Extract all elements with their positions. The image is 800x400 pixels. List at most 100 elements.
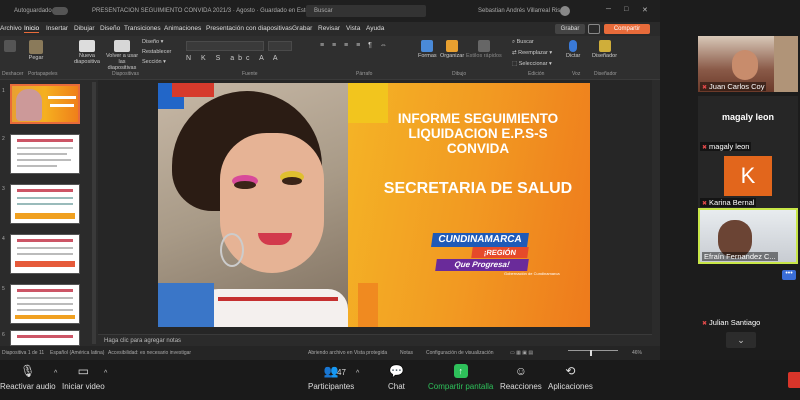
slide-thumbnail-5[interactable] xyxy=(10,284,80,324)
zoom-slider-handle[interactable] xyxy=(590,350,592,356)
user-avatar[interactable] xyxy=(560,6,570,16)
slide-thumbnail-1[interactable] xyxy=(10,84,80,124)
font-family-select[interactable] xyxy=(186,41,264,51)
dictate-button[interactable]: Dictar xyxy=(566,40,580,59)
section-button[interactable]: Sección ▾ xyxy=(142,59,166,65)
group-editing: Edición xyxy=(528,71,545,77)
tab-inicio[interactable]: Inicio xyxy=(24,25,40,33)
slide-thumbnail-2[interactable] xyxy=(10,134,80,174)
slide-thumbnail-4[interactable] xyxy=(10,234,80,274)
slide-subtitle[interactable]: SECRETARIA DE SALUD xyxy=(380,179,576,199)
tab-vista[interactable]: Vista xyxy=(346,25,360,32)
apps-icon: ⟲ xyxy=(565,364,576,378)
layout-button[interactable]: Diseño ▾ xyxy=(142,39,163,45)
tab-revisar[interactable]: Revisar xyxy=(318,25,340,32)
participants-options-caret[interactable]: ^ xyxy=(356,370,359,377)
photo-blouse-detail xyxy=(218,297,338,301)
tab-grabar[interactable]: Grabar xyxy=(292,25,312,32)
start-video-button[interactable]: ▭ Iniciar video xyxy=(62,364,105,391)
powerpoint-window: Autoguardado PRESENTACION SEGUIMIENTO CO… xyxy=(0,0,660,360)
select-button[interactable]: ⬚ Seleccionar ▾ xyxy=(512,61,552,67)
tab-dibujar[interactable]: Dibujar xyxy=(74,25,95,32)
slide-thumbnail-6[interactable] xyxy=(10,330,80,346)
undo-button[interactable] xyxy=(4,40,16,53)
reuse-slides-label: Volver a usar las diapositivas xyxy=(105,53,139,71)
search-box[interactable]: Buscar xyxy=(306,5,426,17)
zoom-level[interactable]: 46% xyxy=(632,350,642,356)
comments-icon[interactable] xyxy=(588,24,600,34)
thumb-highlight xyxy=(15,261,75,267)
audio-options-caret[interactable]: ^ xyxy=(54,370,57,377)
slide-editor: INFORME SEGUIMIENTO LIQUIDACION E.P.S-S … xyxy=(98,80,652,334)
share-screen-button[interactable]: ↑ Compartir pantalla xyxy=(428,364,493,391)
language-indicator[interactable]: Español (América latina) xyxy=(50,350,104,356)
participant-tile[interactable]: magaly leon ✖ magaly leon xyxy=(698,96,798,152)
record-button[interactable]: Grabar xyxy=(555,24,585,34)
autosave-toggle[interactable] xyxy=(52,7,68,15)
tab-archivo[interactable]: Archivo xyxy=(0,25,22,32)
tab-insertar[interactable]: Insertar xyxy=(46,25,68,32)
accessibility-status[interactable]: Accesibilidad: es necesario investigar xyxy=(108,350,191,356)
format-buttons[interactable]: N K S abc A A xyxy=(186,55,282,62)
close-icon[interactable]: ✕ xyxy=(642,6,648,14)
paragraph-buttons[interactable]: ≡ ≡ ≡ ≡ ¶ ⇔ xyxy=(320,42,390,49)
unmute-button[interactable]: 🎙 Reactivar audio xyxy=(0,364,56,391)
replace-button[interactable]: ⇄ Reemplazar ▾ xyxy=(512,50,552,56)
styles-label: Estilos rápidos xyxy=(466,53,502,59)
thumbnail-scrollbar[interactable] xyxy=(92,82,96,344)
zoom-slider[interactable] xyxy=(568,350,618,351)
autosave-label: Autoguardado xyxy=(14,8,52,14)
slide-thumbnail-3[interactable] xyxy=(10,184,80,224)
thumb-title-line xyxy=(17,289,73,292)
participant-name-text: Karina Bernal xyxy=(709,198,755,207)
arrange-button[interactable]: Organizar xyxy=(440,40,464,59)
reactions-button[interactable]: ☺ Reacciones xyxy=(500,364,542,391)
participant-tile[interactable]: K ✖ Karina Bernal xyxy=(698,152,798,208)
user-name[interactable]: Sebastian Andrés Villarreal Riso xyxy=(478,8,564,14)
find-label: Buscar xyxy=(516,39,534,45)
chevron-down-icon[interactable]: ⌄ xyxy=(726,332,756,348)
find-button[interactable]: ⌕ Buscar xyxy=(512,39,534,46)
end-meeting-button[interactable] xyxy=(788,372,800,388)
participant-name-text: Julian Santiago xyxy=(709,318,761,327)
more-options-icon[interactable]: ••• xyxy=(782,270,796,280)
apps-button[interactable]: ⟲ Aplicaciones xyxy=(548,364,593,391)
reset-button[interactable]: Restablecer xyxy=(142,49,171,55)
share-button[interactable]: Compartir xyxy=(604,24,650,34)
microphone-muted-icon: 🎙 xyxy=(20,364,36,378)
quick-styles-button[interactable]: Estilos rápidos xyxy=(466,40,502,59)
share-screen-icon: ↑ xyxy=(453,364,468,378)
participant-tile[interactable]: ✖ Juan Carlos Coy xyxy=(698,36,798,92)
chat-button[interactable]: 💬 Chat xyxy=(388,364,405,391)
participant-tile[interactable]: ✖ Julian Santiago xyxy=(698,288,798,328)
video-options-caret[interactable]: ^ xyxy=(104,370,107,377)
new-slide-button[interactable]: Nueva diapositiva xyxy=(74,40,100,65)
new-slide-icon xyxy=(79,40,95,52)
tab-presentacion[interactable]: Presentación con diapositivas xyxy=(206,25,292,32)
minimize-icon[interactable]: ─ xyxy=(606,6,611,13)
display-settings[interactable]: Configuración de visualización xyxy=(426,350,494,356)
current-slide[interactable]: INFORME SEGUIMIENTO LIQUIDACION E.P.S-S … xyxy=(158,83,590,327)
reuse-slides-button[interactable]: Volver a usar las diapositivas xyxy=(104,40,140,71)
gobernacion-logo: Gobernación de Cundinamarca xyxy=(504,271,560,276)
font-size-select[interactable] xyxy=(268,41,292,51)
reset-label: Restablecer xyxy=(142,49,172,55)
notes-toggle[interactable]: Notas xyxy=(400,350,413,356)
designer-label: Diseñador xyxy=(592,53,618,59)
tab-transiciones[interactable]: Transiciones xyxy=(124,25,161,32)
notes-pane[interactable]: Haga clic para agregar notas xyxy=(98,334,652,346)
view-buttons[interactable]: ▭ ▦ ▣ ▤ xyxy=(510,350,533,356)
slide-title[interactable]: INFORME SEGUIMIENTO LIQUIDACION E.P.S-S … xyxy=(380,111,576,156)
paste-button[interactable]: Pegar xyxy=(26,40,46,61)
participant-tile-active[interactable]: Efraín Fernandez C... xyxy=(698,208,798,264)
tab-diseno[interactable]: Diseño xyxy=(100,25,120,32)
participants-button[interactable]: 👥 Participantes xyxy=(308,364,354,391)
tab-ayuda[interactable]: Ayuda xyxy=(366,25,384,32)
group-undo: Deshacer xyxy=(2,71,24,77)
designer-button[interactable]: Diseñador xyxy=(592,40,617,59)
shapes-button[interactable]: Formas xyxy=(418,40,437,59)
thumb-line xyxy=(17,153,67,155)
thumb-number: 2 xyxy=(2,136,5,142)
tab-animaciones[interactable]: Animaciones xyxy=(164,25,201,32)
maximize-icon[interactable]: □ xyxy=(624,6,628,13)
